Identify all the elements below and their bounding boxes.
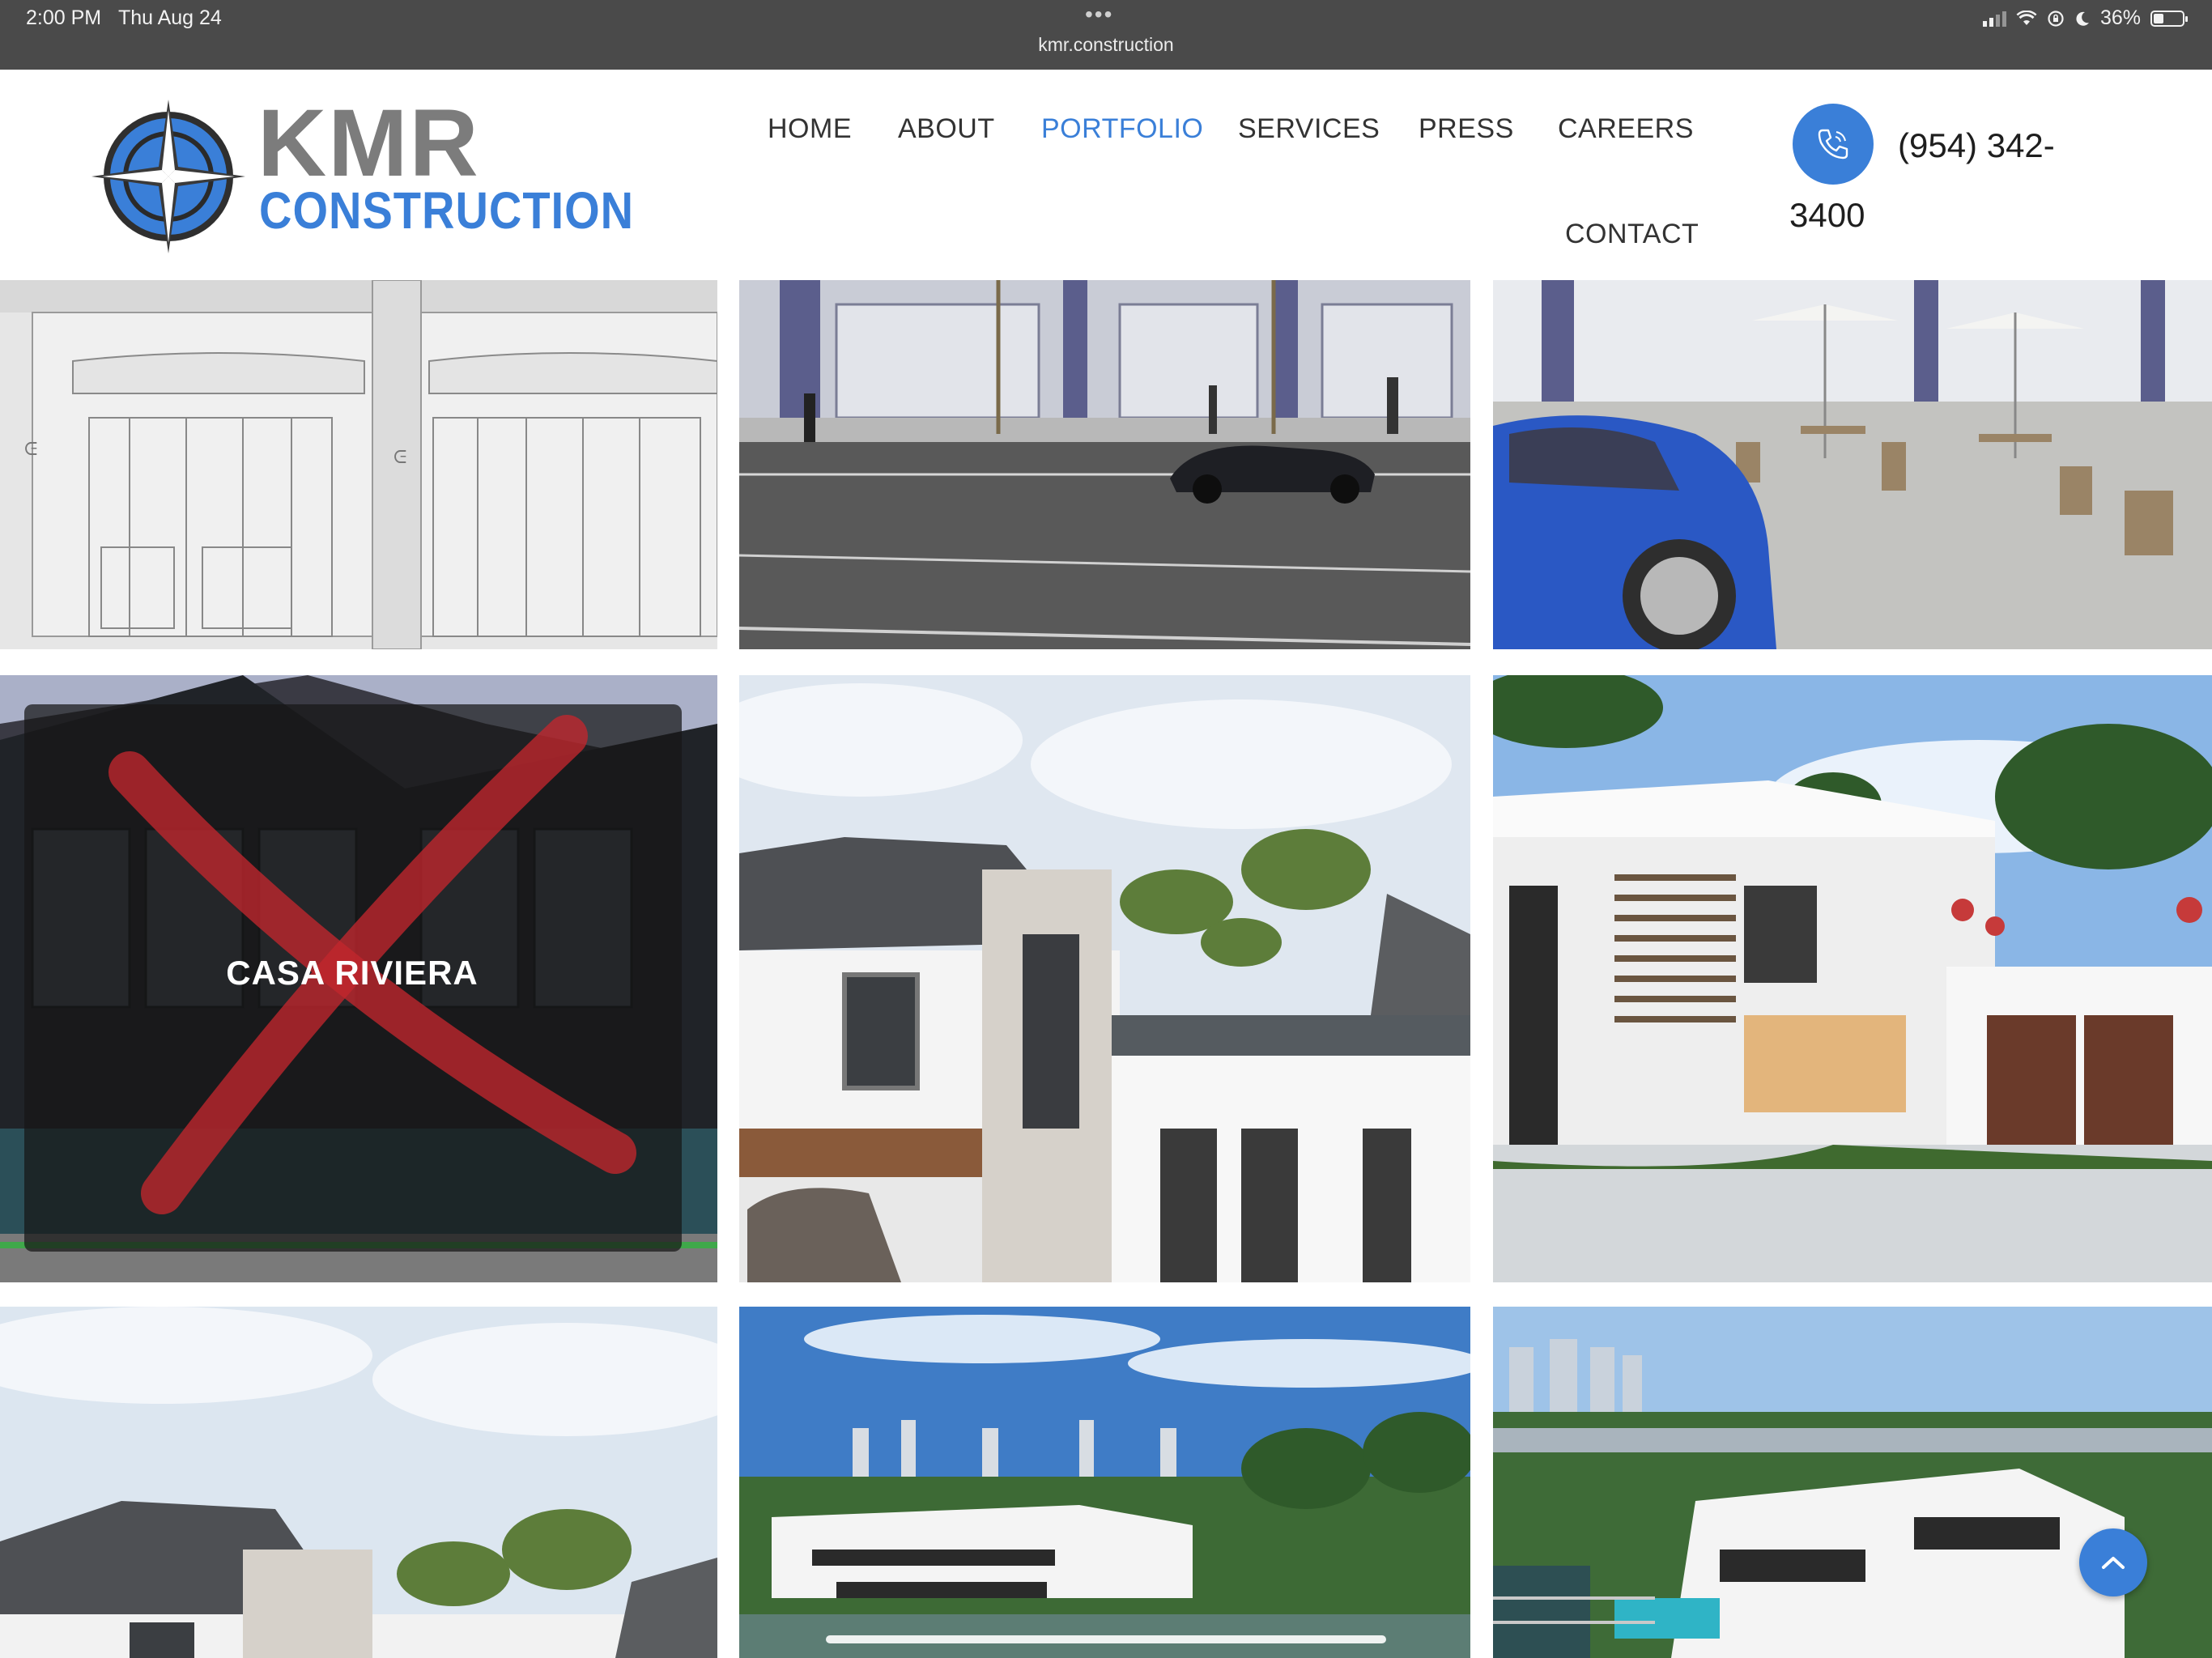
- phone-button[interactable]: [1793, 104, 1874, 185]
- portfolio-tile-waterfront[interactable]: [739, 1307, 1470, 1658]
- portfolio-tile-modern-house[interactable]: [1493, 675, 2212, 1282]
- portfolio-tile-aerial[interactable]: [1493, 1307, 2212, 1658]
- compass-icon: [91, 100, 245, 253]
- wifi-icon: [2016, 10, 2037, 25]
- nav-portfolio[interactable]: PORTFOLIO: [1041, 113, 1203, 145]
- status-indicators: 36%: [1982, 6, 2188, 30]
- site-header: KMR CONSTRUCTION HOME ABOUT PORTFOLIO SE…: [0, 70, 2212, 280]
- battery-percent: 36%: [2099, 6, 2141, 29]
- logo-subtitle: CONSTRUCTION: [259, 181, 635, 240]
- nav-press[interactable]: PRESS: [1419, 113, 1514, 145]
- portfolio-tile-sketch[interactable]: ᕮ ᕮ: [0, 280, 717, 649]
- browser-dots-icon[interactable]: •••: [1085, 2, 1113, 28]
- portfolio-tile-casa-riviera[interactable]: CASA RIVIERA: [0, 675, 717, 1282]
- portfolio-tile-cafe[interactable]: [1493, 280, 2212, 649]
- chevron-up-icon: [2102, 1557, 2125, 1569]
- portfolio-tile-street[interactable]: [739, 280, 1470, 649]
- url-bar[interactable]: kmr.construction: [0, 34, 2212, 56]
- phone-number[interactable]: (954) 342-: [1898, 126, 2055, 165]
- project-title[interactable]: CASA RIVIERA: [0, 954, 704, 993]
- phone-number-cont[interactable]: 3400: [1789, 196, 1865, 235]
- home-indicator[interactable]: [826, 1635, 1386, 1643]
- nav-about[interactable]: ABOUT: [898, 113, 995, 145]
- nav-services[interactable]: SERVICES: [1238, 113, 1380, 145]
- nav-careers[interactable]: CAREERS: [1558, 113, 1694, 145]
- logo-wordmark: KMR: [257, 90, 480, 197]
- status-bar: 2:00 PM Thu Aug 24 ••• kmr.construction …: [0, 0, 2212, 70]
- portfolio-tile-stone-house[interactable]: [739, 675, 1470, 1282]
- orientation-lock-icon: [2048, 10, 2064, 27]
- battery-icon: [2150, 10, 2188, 27]
- moon-icon: [2076, 11, 2089, 26]
- kmr-logo[interactable]: KMR CONSTRUCTION: [87, 90, 633, 257]
- phone-icon: [1818, 129, 1848, 159]
- portfolio-tile-stone-house-2[interactable]: [0, 1307, 717, 1658]
- nav-home[interactable]: HOME: [768, 113, 852, 145]
- cellular-signal-icon: [1982, 11, 2006, 27]
- status-time: 2:00 PM Thu Aug 24: [26, 6, 222, 29]
- scroll-to-top-button[interactable]: [2079, 1528, 2147, 1596]
- svg-text:ᕮ: ᕮ: [393, 448, 406, 468]
- svg-text:ᕮ: ᕮ: [24, 440, 37, 460]
- nav-contact[interactable]: CONTACT: [1565, 219, 1699, 250]
